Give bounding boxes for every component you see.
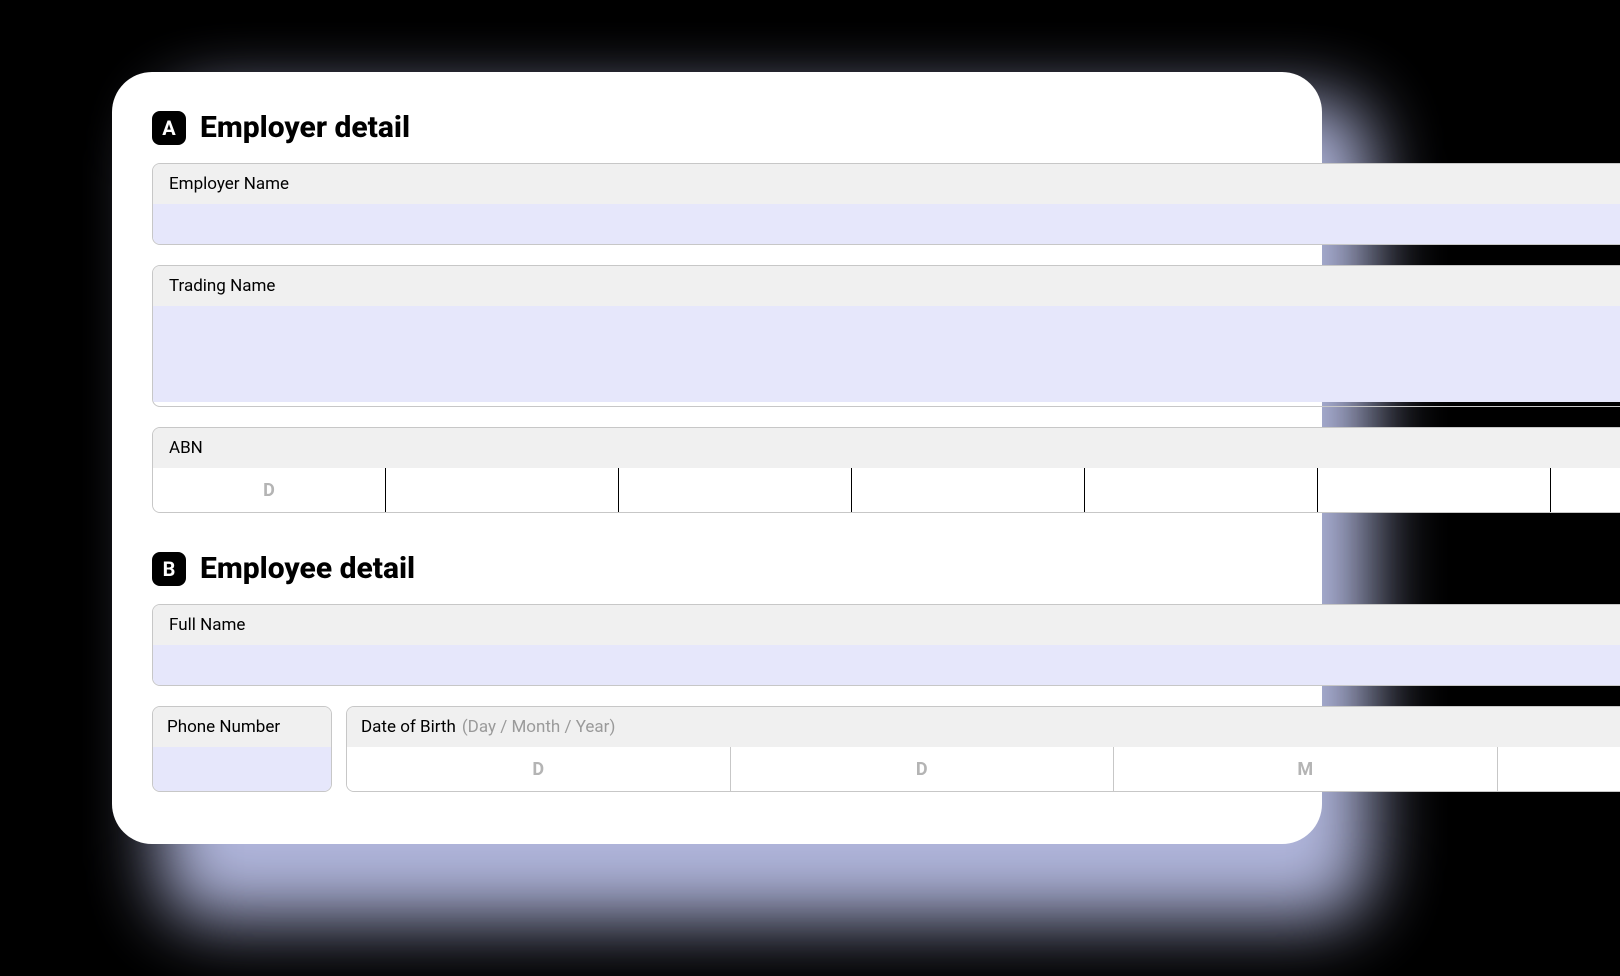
section-a-header: A Employer detail [152, 110, 1620, 145]
dob-hint: (Day / Month / Year) [462, 717, 616, 737]
abn-cell-2[interactable] [619, 468, 852, 512]
dob-field: Date of Birth (Day / Month / Year) [346, 706, 1620, 792]
employer-name-label: Employer Name [153, 164, 1620, 204]
abn-cell-6[interactable] [1551, 468, 1620, 512]
abn-cell-4[interactable] [1085, 468, 1318, 512]
section-a-title: Employer detail [200, 110, 410, 145]
dob-cell-0[interactable] [347, 747, 731, 791]
section-b-header: B Employee detail [152, 551, 1620, 586]
abn-cell-5[interactable] [1318, 468, 1551, 512]
dob-cell-1[interactable] [731, 747, 1115, 791]
trading-name-label: Trading Name [153, 266, 1620, 306]
full-name-label: Full Name [153, 605, 1620, 645]
trading-name-field: Trading Name [152, 265, 1620, 407]
section-a-badge: A [152, 111, 186, 145]
full-name-input[interactable] [153, 645, 1620, 685]
employer-name-field: Employer Name [152, 163, 1620, 245]
phone-field: Phone Number [152, 706, 332, 792]
abn-cell-0[interactable] [153, 468, 386, 512]
employer-name-input[interactable] [153, 204, 1620, 244]
phone-label: Phone Number [153, 707, 331, 747]
abn-field: ABN [152, 427, 1620, 513]
section-b-badge: B [152, 552, 186, 586]
full-name-field: Full Name [152, 604, 1620, 686]
abn-cell-1[interactable] [386, 468, 619, 512]
trading-name-input[interactable] [153, 306, 1620, 402]
section-b-title: Employee detail [200, 551, 415, 586]
abn-cell-3[interactable] [852, 468, 1085, 512]
abn-label: ABN [153, 428, 1620, 468]
form-card: A Employer detail Employer Name Trading … [112, 72, 1322, 844]
phone-input[interactable] [153, 747, 331, 791]
dob-cell-2[interactable] [1114, 747, 1498, 791]
dob-label: Date of Birth [361, 717, 456, 737]
dob-cell-3[interactable] [1498, 747, 1620, 791]
